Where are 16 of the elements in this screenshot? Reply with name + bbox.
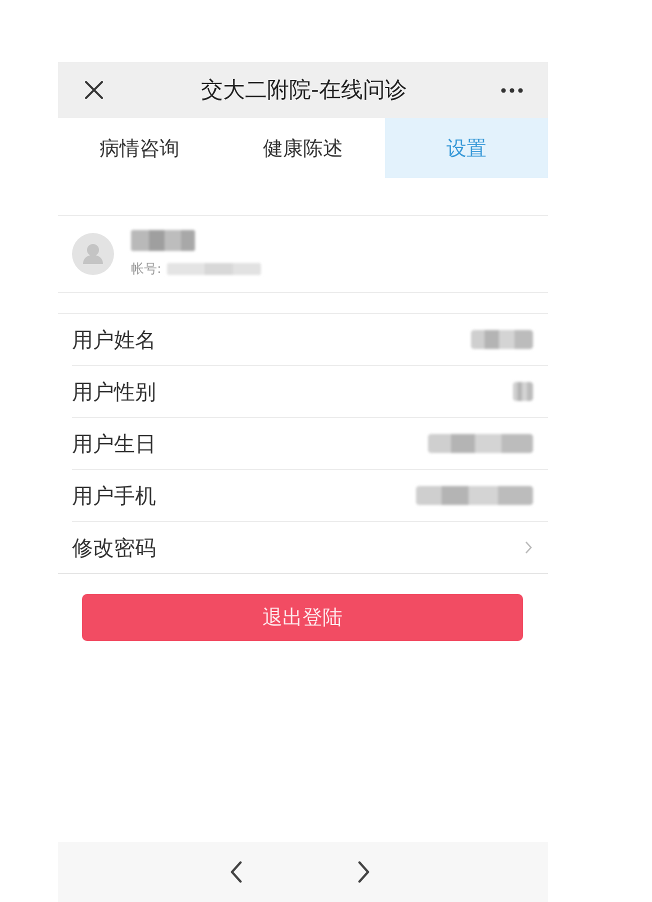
field-label: 用户性别 (72, 378, 156, 406)
avatar-icon (72, 233, 114, 275)
chevron-right-icon (525, 541, 532, 554)
field-label: 用户生日 (72, 430, 156, 458)
page-title: 交大二附院-在线问诊 (201, 77, 407, 105)
close-icon[interactable] (85, 81, 103, 99)
blurred-name (131, 230, 195, 251)
account-label: 帐号: (131, 261, 162, 278)
change-password-item[interactable]: 修改密码 (72, 522, 548, 573)
blurred-value (471, 330, 533, 349)
field-label: 用户手机 (72, 482, 156, 510)
blurred-value (513, 382, 533, 401)
field-label: 用户姓名 (72, 326, 156, 354)
chevron-left-icon[interactable] (230, 861, 242, 883)
more-icon[interactable] (501, 88, 523, 92)
chevron-right-icon[interactable] (358, 861, 370, 883)
